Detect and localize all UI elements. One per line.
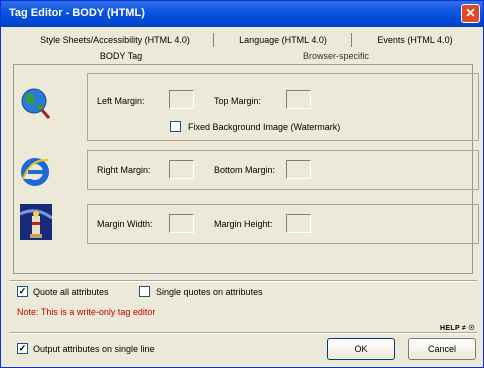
subtab-row: BODY Tag Browser-specific xyxy=(13,49,473,63)
tab-panel: Left Margin: Top Margin: Fixed Backgroun… xyxy=(13,64,479,274)
tab-body-tag[interactable]: BODY Tag xyxy=(73,49,169,63)
internet-explorer-icon xyxy=(21,158,49,186)
tab-style-sheets[interactable]: Style Sheets/Accessibility (HTML 4.0) xyxy=(21,32,209,48)
fixed-background-label: Fixed Background Image (Watermark) xyxy=(188,122,341,132)
left-margin-label: Left Margin: xyxy=(97,96,145,106)
write-only-note: Note: This is a write-only tag editor xyxy=(17,307,156,317)
margin-height-label: Margin Height: xyxy=(214,219,273,229)
cancel-button[interactable]: Cancel xyxy=(408,338,476,360)
tab-events[interactable]: Events (HTML 4.0) xyxy=(363,32,467,48)
title-bar[interactable]: Tag Editor - BODY (HTML) ✕ xyxy=(1,1,483,27)
right-margin-field[interactable] xyxy=(169,160,194,179)
tab-divider xyxy=(351,33,352,47)
bottom-margin-label: Bottom Margin: xyxy=(214,165,276,175)
ok-button[interactable]: OK xyxy=(327,338,395,360)
top-margin-field[interactable] xyxy=(286,90,311,109)
netscape-margins-group: Margin Width: Margin Height: xyxy=(87,204,479,244)
tab-browser-specific[interactable]: Browser-specific xyxy=(281,49,391,63)
tag-editor-dialog: Tag Editor - BODY (HTML) ✕ Style Sheets/… xyxy=(0,0,484,368)
netscape-lighthouse-icon xyxy=(20,204,52,240)
divider xyxy=(9,280,477,282)
close-icon: ✕ xyxy=(465,6,476,20)
output-single-line-checkbox[interactable]: ✓ xyxy=(17,343,28,354)
quote-all-checkbox[interactable]: ✓ xyxy=(17,286,28,297)
output-single-line-label: Output attributes on single line xyxy=(33,344,155,354)
right-margin-label: Right Margin: xyxy=(97,165,151,175)
left-margin-field[interactable] xyxy=(169,90,194,109)
globe-search-icon xyxy=(21,88,51,119)
fixed-background-checkbox[interactable] xyxy=(170,121,181,132)
tab-language[interactable]: Language (HTML 4.0) xyxy=(223,32,343,48)
help-link[interactable]: HELP ≠ ☉ xyxy=(440,324,475,332)
margin-width-field[interactable] xyxy=(169,214,194,233)
margins-group: Left Margin: Top Margin: Fixed Backgroun… xyxy=(87,73,479,141)
tab-row: Style Sheets/Accessibility (HTML 4.0) La… xyxy=(13,32,473,48)
divider xyxy=(9,332,477,334)
margin-width-label: Margin Width: xyxy=(97,219,153,229)
bottom-margin-field[interactable] xyxy=(286,160,311,179)
tab-divider xyxy=(213,33,214,47)
close-button[interactable]: ✕ xyxy=(461,4,480,23)
margin-height-field[interactable] xyxy=(286,214,311,233)
single-quotes-label: Single quotes on attributes xyxy=(156,287,263,297)
top-margin-label: Top Margin: xyxy=(214,96,262,106)
window-title: Tag Editor - BODY (HTML) xyxy=(9,7,145,19)
ie-margins-group: Right Margin: Bottom Margin: xyxy=(87,150,479,190)
quote-all-label: Quote all attributes xyxy=(33,287,109,297)
single-quotes-checkbox[interactable] xyxy=(139,286,150,297)
